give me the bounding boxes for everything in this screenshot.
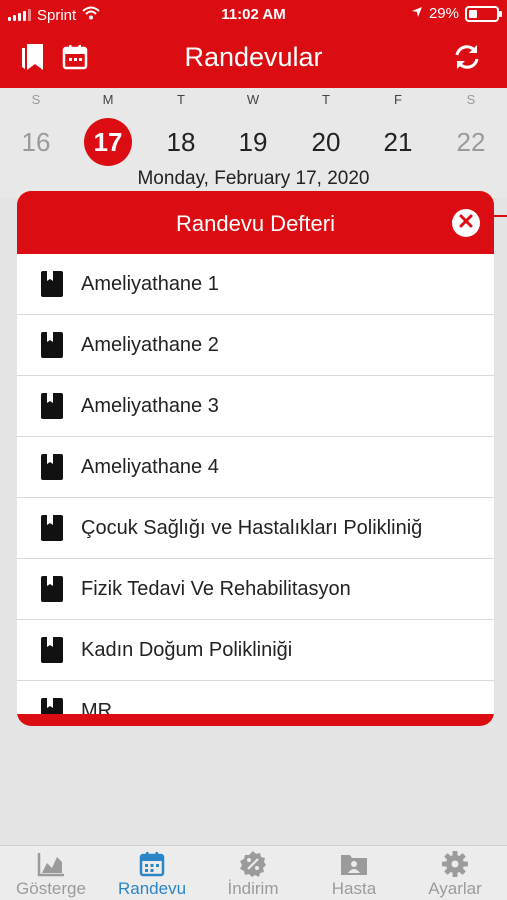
list-item-label: Ameliyathane 4 — [81, 455, 219, 478]
day-number: 17 — [84, 118, 132, 166]
tab-label: Hasta — [331, 879, 377, 898]
day-number: 16 — [21, 127, 51, 157]
tab-hasta[interactable]: Hasta — [304, 850, 404, 899]
day-17[interactable]: M 17 — [72, 88, 144, 166]
timeline-indicator — [493, 215, 507, 217]
day-number: 18 — [166, 127, 196, 157]
weekday-letter: W — [246, 92, 260, 107]
book-icon — [41, 637, 63, 663]
book-icon — [41, 576, 63, 602]
calendar-icon — [102, 850, 202, 878]
modal-footer — [17, 714, 494, 726]
list-item[interactable]: Ameliyathane 4 — [17, 437, 494, 498]
list-item-label: Ameliyathane 1 — [81, 272, 219, 295]
tab-bar: Gösterge Randevu İndirim Hasta Ayarlar — [0, 845, 507, 900]
randevu-defteri-modal: Randevu Defteri Ameliyathane 1 Ameliyath… — [17, 191, 494, 726]
book-icon — [41, 271, 63, 297]
tab-label: Gösterge — [16, 879, 86, 898]
discount-icon — [203, 850, 303, 878]
day-number: 21 — [383, 127, 413, 157]
list-item-label: MR — [81, 699, 113, 715]
book-icon — [41, 393, 63, 419]
day-18[interactable]: T 18 — [145, 88, 217, 166]
modal-title: Randevu Defteri — [176, 211, 335, 236]
list-item-label: Fizik Tedavi Ve Rehabilitasyon — [81, 577, 351, 600]
gear-icon — [405, 850, 505, 878]
weekday-letter: T — [177, 92, 185, 107]
status-bar: Sprint 11:02 AM 29% — [0, 0, 507, 30]
page-title: Randevular — [184, 42, 323, 72]
day-16[interactable]: S 16 — [0, 88, 72, 166]
list-item[interactable]: Çocuk Sağlığı ve Hastalıkları Polikliniğ — [17, 498, 494, 559]
selected-date: Monday, February 17, 2020 — [137, 168, 370, 189]
day-22[interactable]: S 22 — [435, 88, 507, 166]
tab-indirim[interactable]: İndirim — [203, 850, 303, 899]
location-icon — [411, 5, 423, 22]
refresh-icon[interactable] — [450, 40, 484, 74]
modal-header: Randevu Defteri — [17, 191, 494, 254]
book-icon — [41, 698, 63, 714]
list-item-label: Çocuk Sağlığı ve Hastalıkları Polikliniğ — [81, 516, 423, 539]
book-icon — [41, 515, 63, 541]
patient-folder-icon — [304, 850, 404, 878]
close-button[interactable] — [452, 209, 480, 237]
chart-icon — [1, 850, 101, 878]
week-strip: S 16 M 17 T 18 W 19 T 20 F 21 S 22 Monda… — [0, 88, 507, 198]
weekday-letter: S — [466, 92, 476, 107]
day-20[interactable]: T 20 — [290, 88, 362, 166]
day-number: 20 — [311, 127, 341, 157]
day-19[interactable]: W 19 — [217, 88, 289, 166]
list-item-label: Ameliyathane 2 — [81, 333, 219, 356]
list-item[interactable]: Ameliyathane 1 — [17, 254, 494, 315]
weekday-letter: F — [394, 92, 402, 107]
tab-randevu[interactable]: Randevu — [102, 850, 202, 899]
list-item[interactable]: Kadın Doğum Polikliniği — [17, 620, 494, 681]
day-number: 19 — [238, 127, 268, 157]
weekday-letter: M — [102, 92, 114, 107]
battery-icon — [465, 5, 502, 22]
list-item[interactable]: MR — [17, 681, 494, 714]
weekday-letter: S — [31, 92, 41, 107]
list-item[interactable]: Fizik Tedavi Ve Rehabilitasyon — [17, 559, 494, 620]
tab-ayarlar[interactable]: Ayarlar — [405, 850, 505, 899]
list-item-label: Ameliyathane 3 — [81, 394, 219, 417]
book-icon — [41, 332, 63, 358]
tab-gosterge[interactable]: Gösterge — [1, 850, 101, 899]
tab-label: İndirim — [227, 879, 279, 898]
book-icon — [41, 454, 63, 480]
list-item[interactable]: Ameliyathane 2 — [17, 315, 494, 376]
tab-label: Randevu — [117, 879, 187, 898]
list-item-label: Kadın Doğum Polikliniği — [81, 638, 293, 661]
close-icon — [459, 214, 473, 233]
day-21[interactable]: F 21 — [362, 88, 434, 166]
battery-percent: 29% — [428, 5, 459, 22]
day-number: 22 — [456, 127, 486, 157]
weekday-letter: T — [322, 92, 330, 107]
tab-label: Ayarlar — [428, 879, 482, 898]
app-header: Sprint 11:02 AM 29% Randevular — [0, 0, 507, 88]
book-list: Ameliyathane 1 Ameliyathane 2 Ameliyatha… — [17, 254, 494, 714]
list-item[interactable]: Ameliyathane 3 — [17, 376, 494, 437]
